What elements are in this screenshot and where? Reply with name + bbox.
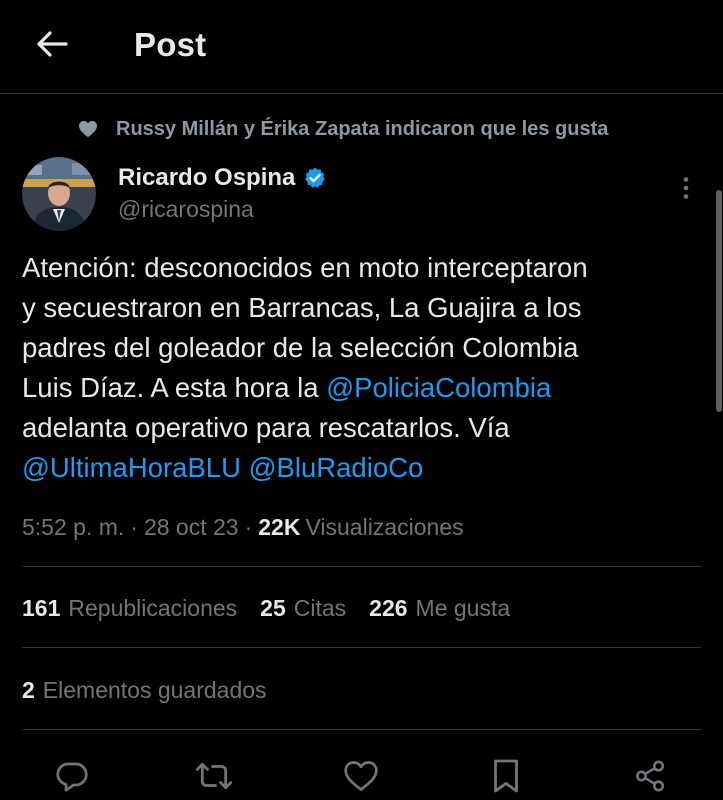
heart-icon <box>76 117 100 141</box>
views-count: 22K <box>258 514 301 540</box>
like-icon <box>344 761 378 791</box>
tweet-text: Atención: desconocidos en moto intercept… <box>22 248 702 488</box>
meta-separator: · <box>130 514 138 540</box>
action-bar <box>0 750 723 800</box>
likes-count: 226 <box>369 595 408 621</box>
back-button[interactable] <box>30 24 74 64</box>
quotes-stat[interactable]: 25 Citas <box>260 591 346 625</box>
reposts-stat[interactable]: 161 Republicaciones <box>22 591 237 625</box>
tweet-text-segment: Luis Díaz. A esta hora la <box>22 372 327 403</box>
like-button[interactable] <box>339 754 383 798</box>
tweet-time[interactable]: 5:52 p. m. <box>22 510 124 544</box>
more-vertical-icon <box>683 177 689 199</box>
share-button[interactable] <box>628 754 672 798</box>
social-context[interactable]: Russy Millán y Érika Zapata indicaron qu… <box>76 114 608 144</box>
verified-badge-icon <box>303 166 327 190</box>
page-title: Post <box>134 26 207 63</box>
scrollbar[interactable] <box>716 190 722 412</box>
divider <box>22 647 701 648</box>
author-name[interactable]: Ricardo Ospina <box>118 162 327 194</box>
author-handle[interactable]: @ricarospina <box>118 194 254 224</box>
bookmarks-count: 2 <box>22 677 35 703</box>
tweet-line: adelanta operativo para rescatarlos. Vía <box>22 408 702 448</box>
engagement-stats: 161 Republicaciones 25 Citas 226 Me gust… <box>22 591 533 625</box>
tweet-line: y secuestraron en Barrancas, La Guajira … <box>22 288 702 328</box>
divider <box>22 729 701 730</box>
more-options-button[interactable] <box>668 170 704 206</box>
top-bar: Post <box>0 0 723 94</box>
reposts-count: 161 <box>22 595 61 621</box>
tweet-line: @UltimaHoraBLU @BluRadioCo <box>22 448 702 488</box>
reply-button[interactable] <box>50 754 94 798</box>
repost-button[interactable] <box>192 754 236 798</box>
likes-stat[interactable]: 226 Me gusta <box>369 591 510 625</box>
tweet-date[interactable]: 28 oct 23 <box>144 510 239 544</box>
tweet-line: padres del goleador de la selección Colo… <box>22 328 702 368</box>
tweet-text-segment: padres del goleador de la selección Colo… <box>22 332 579 363</box>
tweet-text-segment: Atención: desconocidos en moto intercept… <box>22 252 588 283</box>
tweet-text-segment: y secuestraron en Barrancas, La Guajira … <box>22 292 582 323</box>
bookmark-icon <box>494 759 518 793</box>
views-label: Visualizaciones <box>305 514 464 540</box>
quotes-count: 25 <box>260 595 286 621</box>
likes-label: Me gusta <box>415 595 511 621</box>
tweet-line: Atención: desconocidos en moto intercept… <box>22 248 702 288</box>
mention-link[interactable]: @UltimaHoraBLU <box>22 452 241 483</box>
meta-separator: · <box>244 514 253 540</box>
reply-icon <box>56 762 88 792</box>
tweet-line: Luis Díaz. A esta hora la @PoliciaColomb… <box>22 368 702 408</box>
mention-link[interactable]: @PoliciaColombia <box>326 372 551 403</box>
divider <box>22 566 701 567</box>
share-icon <box>635 760 665 792</box>
tweet-text-segment: adelanta operativo para rescatarlos. Vía <box>22 412 510 443</box>
avatar[interactable] <box>22 157 96 231</box>
bookmark-button[interactable] <box>484 754 528 798</box>
arrow-left-icon <box>37 31 68 57</box>
bookmarks-stat[interactable]: 2 Elementos guardados <box>22 673 267 707</box>
social-context-text: Russy Millán y Érika Zapata indicaron qu… <box>116 118 609 140</box>
repost-icon <box>195 762 233 790</box>
mention-link[interactable]: @BluRadioCo <box>249 452 424 483</box>
quotes-label: Citas <box>293 595 347 621</box>
tweet-meta: 5:52 p. m. · 28 oct 23 · 22K Visualizaci… <box>22 510 464 544</box>
tweet-text-segment <box>241 452 249 483</box>
reposts-label: Republicaciones <box>68 595 238 621</box>
bookmarks-label: Elementos guardados <box>42 677 267 703</box>
author-name-text: Ricardo Ospina <box>118 164 296 191</box>
